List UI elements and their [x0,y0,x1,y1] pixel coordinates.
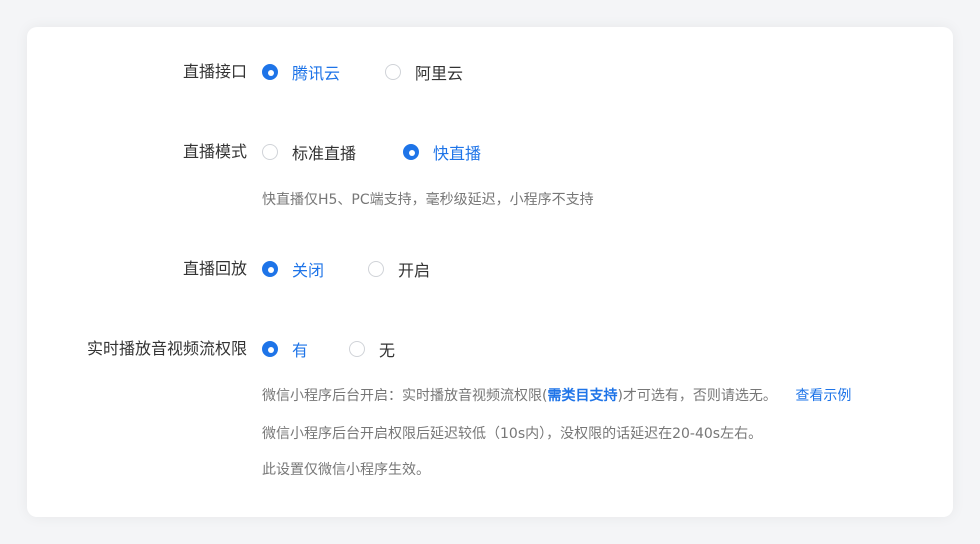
realtime-permission-row: 实时播放音视频流权限 有 无 [27,334,953,364]
option-label: 关闭 [292,261,325,280]
option-label: 快直播 [433,144,482,163]
radio-unchecked-icon[interactable] [385,64,401,80]
hint-text: 微信小程序后台开启：实时播放音视频流权限( [262,388,548,404]
live-mode-label: 直播模式 [182,142,247,161]
live-api-row: 直播接口 腾讯云 阿里云 [27,57,953,87]
live-replay-option-off[interactable]: 关闭 [262,254,324,284]
live-mode-hint: 快直播仅H5、PC端支持，毫秒级延迟，小程序不支持 [262,192,594,208]
realtime-permission-hint-1: 微信小程序后台开启：实时播放音视频流权限(需类目支持)才可选有，否则请选无。 查… [262,386,851,406]
radio-unchecked-icon[interactable] [368,261,384,277]
radio-checked-icon[interactable] [403,144,419,160]
radio-unchecked-icon[interactable] [262,144,278,160]
live-mode-option-standard[interactable]: 标准直播 [262,137,356,167]
radio-checked-icon[interactable] [262,341,278,357]
realtime-permission-label: 实时播放音视频流权限 [86,339,247,358]
realtime-permission-hint-2: 微信小程序后台开启权限后延迟较低（10s内），没权限的话延迟在20-40s左右。 [262,426,763,442]
live-api-label: 直播接口 [182,62,247,81]
option-label: 阿里云 [415,64,464,83]
view-example-link[interactable]: 查看示例 [795,388,851,404]
option-label: 开启 [398,261,431,280]
radio-checked-icon[interactable] [262,64,278,80]
live-mode-row: 直播模式 标准直播 快直播 [27,137,953,167]
live-replay-label: 直播回放 [182,259,247,278]
category-support-link[interactable]: 需类目支持 [547,388,617,404]
live-replay-row: 直播回放 关闭 开启 [27,254,953,284]
hint-text: )才可选有，否则请选无。 [617,388,777,404]
settings-card: 直播接口 腾讯云 阿里云 直播模式 标准直播 快直播 快直播仅H5、PC端支持，… [27,27,953,517]
live-api-option-tencent[interactable]: 腾讯云 [262,57,340,87]
realtime-permission-hint-3: 此设置仅微信小程序生效。 [262,462,430,478]
option-label: 有 [292,341,309,360]
radio-checked-icon[interactable] [262,261,278,277]
radio-unchecked-icon[interactable] [349,341,365,357]
option-label: 标准直播 [292,144,357,163]
live-api-option-aliyun[interactable]: 阿里云 [385,57,463,87]
realtime-permission-option-no[interactable]: 无 [349,334,395,364]
option-label: 腾讯云 [292,64,341,83]
option-label: 无 [379,341,396,360]
live-replay-option-on[interactable]: 开启 [368,254,430,284]
realtime-permission-option-yes[interactable]: 有 [262,334,308,364]
live-mode-option-fast[interactable]: 快直播 [403,137,481,167]
